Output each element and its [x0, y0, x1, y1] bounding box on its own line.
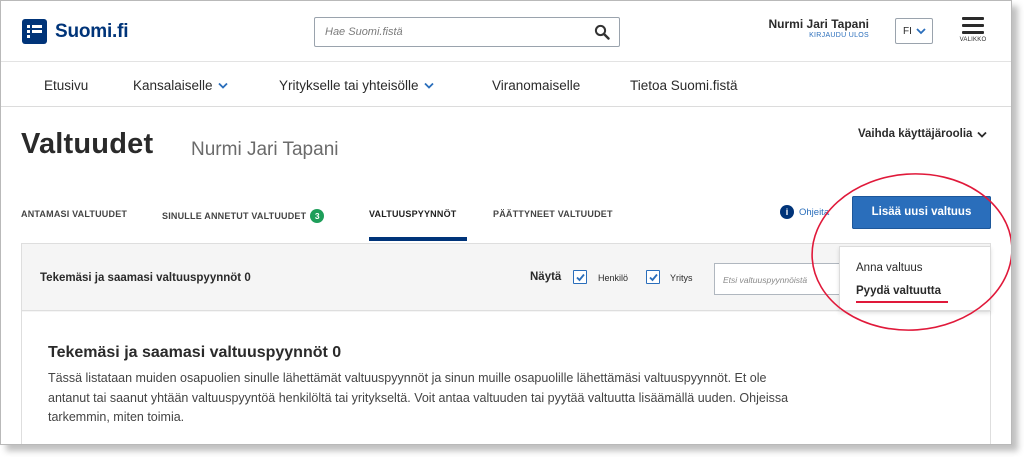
tab-sinulle-annetut-valtuudet[interactable]: SINULLE ANNETUT VALTUUDET 3: [162, 209, 325, 223]
show-filter-label: Näytä: [530, 271, 562, 283]
add-authorization-button[interactable]: Lisää uusi valtuus: [852, 196, 991, 229]
tab-paattyneet-valtuudet[interactable]: PÄÄTTYNEET VALTUUDET: [493, 209, 613, 219]
nav-item-label: Viranomaiselle: [492, 78, 581, 93]
chevron-down-icon: [217, 82, 228, 89]
card-title: Tekemäsi ja saamasi valtuuspyynnöt 0: [48, 344, 342, 361]
site-logo[interactable]: Suomi.fi: [22, 19, 129, 44]
page-title: Valtuudet: [21, 128, 154, 160]
search-requests-input[interactable]: Etsi valtuuspyynnöistä: [714, 263, 844, 295]
yritys-label: Yritys: [670, 273, 693, 283]
language-select[interactable]: FI: [895, 18, 933, 44]
help-label: Ohjeita: [799, 206, 830, 218]
site-header: Suomi.fi Hae Suomi.fistä Nurmi Jari Tapa…: [1, 1, 1011, 61]
checkmark-icon: [649, 273, 658, 282]
nav-item-label: Tietoa Suomi.fistä: [630, 78, 738, 93]
nav-item-tietoa[interactable]: Tietoa Suomi.fistä: [630, 78, 738, 93]
tab-valtuuspyynnot[interactable]: VALTUUSPYYNNÖT: [369, 209, 456, 219]
logo-text: Suomi.fi: [55, 20, 129, 42]
user-info: Nurmi Jari Tapani KIRJAUDU ULOS: [769, 17, 869, 39]
nav-item-yritykselle[interactable]: Yritykselle tai yhteisölle: [279, 78, 434, 93]
suomi-fi-logo-icon: [22, 19, 47, 44]
role-switch-label: Vaihda käyttäjäroolia: [858, 128, 973, 140]
info-icon: i: [780, 205, 794, 219]
henkilo-checkbox[interactable]: [573, 270, 587, 284]
search-icon[interactable]: [594, 24, 610, 40]
search-input[interactable]: Hae Suomi.fistä: [314, 17, 620, 47]
card-text: Tässä listataan muiden osapuolien sinull…: [48, 371, 789, 424]
user-name: Nurmi Jari Tapani: [768, 17, 869, 31]
highlight-underline: [856, 301, 948, 303]
panel-title: Tekemäsi ja saamasi valtuuspyynnöt 0: [40, 272, 251, 284]
yritys-checkbox[interactable]: [646, 270, 660, 284]
tab-antamasi-valtuudet[interactable]: ANTAMASI VALTUUDET: [21, 209, 127, 219]
nav-item-label: Yritykselle tai yhteisölle: [279, 78, 419, 93]
tab-label: ANTAMASI VALTUUDET: [21, 209, 128, 219]
language-value: FI: [903, 26, 912, 37]
logout-link[interactable]: KIRJAUDU ULOS: [769, 32, 869, 39]
menu-label: VALIKKO: [959, 37, 987, 43]
add-authorization-dropdown: Anna valtuus Pyydä valtuutta: [839, 246, 991, 311]
nav-item-label: Kansalaiselle: [133, 78, 213, 93]
main-nav: Etusivu Kansalaiselle Yritykselle tai yh…: [1, 61, 1011, 107]
help-link[interactable]: i Ohjeita: [780, 205, 829, 219]
role-switch-button[interactable]: Vaihda käyttäjäroolia: [858, 128, 988, 140]
henkilo-label: Henkilö: [598, 273, 629, 283]
nav-item-kansalaiselle[interactable]: Kansalaiselle: [133, 78, 228, 93]
menu-item-pyyda-valtuutta[interactable]: Pyydä valtuutta: [856, 285, 941, 297]
active-tab-indicator: [369, 237, 467, 241]
menu-item-anna-valtuus[interactable]: Anna valtuus: [856, 262, 923, 274]
search-placeholder: Hae Suomi.fistä: [325, 26, 403, 38]
count-badge: 3: [310, 209, 325, 223]
browser-frame: Suomi.fi Hae Suomi.fistä Nurmi Jari Tapa…: [0, 0, 1012, 445]
tab-label: PÄÄTTYNEET VALTUUDET: [493, 209, 613, 219]
chevron-down-icon: [977, 131, 988, 138]
checkmark-icon: [576, 273, 585, 282]
chevron-down-icon: [916, 28, 926, 35]
search-requests-placeholder: Etsi valtuuspyynnöistä: [723, 275, 808, 285]
empty-state-card: Tekemäsi ja saamasi valtuuspyynnöt 0 Täs…: [22, 312, 990, 444]
tab-label: VALTUUSPYYNNÖT: [369, 209, 457, 219]
page-subtitle: Nurmi Jari Tapani: [191, 139, 339, 160]
nav-item-label: Etusivu: [44, 78, 89, 93]
chevron-down-icon: [423, 82, 434, 89]
nav-item-etusivu[interactable]: Etusivu: [44, 78, 88, 93]
hamburger-icon: [962, 17, 984, 34]
nav-item-viranomaiselle[interactable]: Viranomaiselle: [492, 78, 580, 93]
tab-label: SINULLE ANNETUT VALTUUDET: [162, 211, 307, 221]
menu-button[interactable]: VALIKKO: [955, 15, 991, 51]
